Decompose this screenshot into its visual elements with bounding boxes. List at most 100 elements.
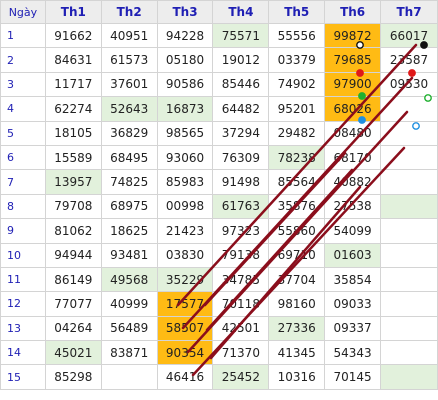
- result-cell-th2: 93481: [100, 242, 158, 268]
- result-cell-th6: 01603: [324, 242, 382, 268]
- result-cell-th5: 69710: [268, 242, 326, 268]
- table-row: 9 81062 18625 21423 97323 55860 54099: [0, 218, 438, 244]
- day-number: 3: [0, 71, 46, 98]
- day-number: 14: [0, 340, 46, 366]
- table-row: 14 45021 83871 90354 71370 41345 54343: [0, 340, 438, 366]
- result-cell-th4: 19012: [212, 47, 270, 73]
- result-cell-th7: [380, 291, 438, 317]
- result-cell-th4: 61763: [212, 193, 270, 220]
- lottery-results-grid: Ngày Th1 Th2 Th3 Th4 Th5 Th6 Th7 1 91662 4…: [0, 0, 438, 390]
- table-row: 7 13957 74825 85983 91498 85564 40882: [0, 169, 438, 195]
- result-cell-th5: 37704: [268, 266, 326, 293]
- day-number: 4: [0, 96, 46, 122]
- day-number: 2: [0, 47, 46, 73]
- result-cell-th6: 54343: [324, 340, 382, 366]
- result-cell-th6: 68026: [324, 96, 382, 122]
- result-cell-th3: 35229: [156, 266, 214, 293]
- result-cell-th2: 18625: [100, 218, 158, 244]
- day-number: 12: [0, 291, 46, 317]
- result-cell-th7: [380, 266, 438, 293]
- result-cell-th7: [380, 340, 438, 366]
- result-cell-th5: 10316: [268, 364, 326, 390]
- result-cell-th3: 46416: [156, 364, 214, 390]
- result-cell-th6: 35854: [324, 266, 382, 293]
- result-cell-th5: 29482: [268, 120, 326, 146]
- result-cell-th6: 79685: [324, 47, 382, 73]
- day-number: 9: [0, 218, 46, 244]
- header-th7: Th7: [380, 0, 438, 24]
- result-cell-th1: 04264: [44, 315, 102, 342]
- day-number: 11: [0, 266, 46, 293]
- result-cell-th1: 91662: [44, 22, 102, 49]
- result-cell-th4: 85446: [212, 71, 270, 98]
- table-row: 12 77077 40999 17577 70118 98160 09033: [0, 291, 438, 317]
- header-th1: Th1: [44, 0, 102, 24]
- result-cell-th5: 55860: [268, 218, 326, 244]
- result-cell-th7: [380, 218, 438, 244]
- result-cell-th3: 85983: [156, 169, 214, 195]
- table-row: 5 18105 36829 98565 37294 29482 08480: [0, 120, 438, 146]
- result-cell-th6: 97900: [324, 71, 382, 98]
- result-cell-th5: 85564: [268, 169, 326, 195]
- result-cell-th3: 16873: [156, 96, 214, 122]
- result-cell-th1: 85298: [44, 364, 102, 390]
- result-cell-th4: 91498: [212, 169, 270, 195]
- result-cell-th1: 62274: [44, 96, 102, 122]
- result-cell-th6: 70145: [324, 364, 382, 390]
- result-cell-th5: 78238: [268, 144, 326, 171]
- result-cell-th2: 40999: [100, 291, 158, 317]
- result-cell-th1: 94944: [44, 242, 102, 268]
- result-cell-th2: 74825: [100, 169, 158, 195]
- result-cell-th2: 68975: [100, 193, 158, 220]
- table-row: 3 11717 37601 90586 85446 74902 97900 09530: [0, 71, 438, 98]
- result-cell-th2: [100, 364, 158, 390]
- table-row: 15 85298 46416 25452 10316 70145: [0, 364, 438, 390]
- day-number: 5: [0, 120, 46, 146]
- result-cell-th4: 25452: [212, 364, 270, 390]
- result-cell-th2: 49568: [100, 266, 158, 293]
- result-cell-th3: 03830: [156, 242, 214, 268]
- result-cell-th7: 09530: [380, 71, 438, 98]
- header-day: Ngày: [0, 0, 46, 24]
- day-number: 7: [0, 169, 46, 195]
- result-cell-th1: 77077: [44, 291, 102, 317]
- result-cell-th2: 37601: [100, 71, 158, 98]
- result-cell-th3: 05180: [156, 47, 214, 73]
- result-cell-th4: 37294: [212, 120, 270, 146]
- result-cell-th6: 09337: [324, 315, 382, 342]
- result-cell-th5: 35876: [268, 193, 326, 220]
- result-cell-th2: 56489: [100, 315, 158, 342]
- table-row: 6 15589 68495 93060 76309 78238 68170: [0, 144, 438, 171]
- day-number: 8: [0, 193, 46, 220]
- result-cell-th6: 99872: [324, 22, 382, 49]
- result-cell-th7: [380, 96, 438, 122]
- result-cell-th5: 55556: [268, 22, 326, 49]
- result-cell-th5: 95201: [268, 96, 326, 122]
- header-th6: Th6: [324, 0, 382, 24]
- result-cell-th2: 40951: [100, 22, 158, 49]
- result-cell-th2: 68495: [100, 144, 158, 171]
- result-cell-th2: 36829: [100, 120, 158, 146]
- result-cell-th4: 34785: [212, 266, 270, 293]
- result-cell-th1: 79708: [44, 193, 102, 220]
- result-cell-th3: 58507: [156, 315, 214, 342]
- table-row: 2 84631 61573 05180 19012 03379 79685 23587: [0, 47, 438, 73]
- result-cell-th4: 76309: [212, 144, 270, 171]
- result-cell-th1: 45021: [44, 340, 102, 366]
- result-cell-th1: 86149: [44, 266, 102, 293]
- result-cell-th4: 75571: [212, 22, 270, 49]
- result-cell-th4: 70118: [212, 291, 270, 317]
- table-row: 13 04264 56489 58507 42501 27336 09337: [0, 315, 438, 342]
- table-row: 8 79708 68975 00998 61763 35876 27538: [0, 193, 438, 220]
- table-row: 10 94944 93481 03830 79138 69710 01603: [0, 242, 438, 268]
- result-cell-th3: 90354: [156, 340, 214, 366]
- result-cell-th6: 40882: [324, 169, 382, 195]
- result-cell-th7: [380, 315, 438, 342]
- result-cell-th7: [380, 364, 438, 390]
- result-cell-th5: 27336: [268, 315, 326, 342]
- header-th4: Th4: [212, 0, 270, 24]
- result-cell-th4: 42501: [212, 315, 270, 342]
- result-cell-th4: 64482: [212, 96, 270, 122]
- result-cell-th6: 27538: [324, 193, 382, 220]
- table-row: 4 62274 52643 16873 64482 95201 68026: [0, 96, 438, 122]
